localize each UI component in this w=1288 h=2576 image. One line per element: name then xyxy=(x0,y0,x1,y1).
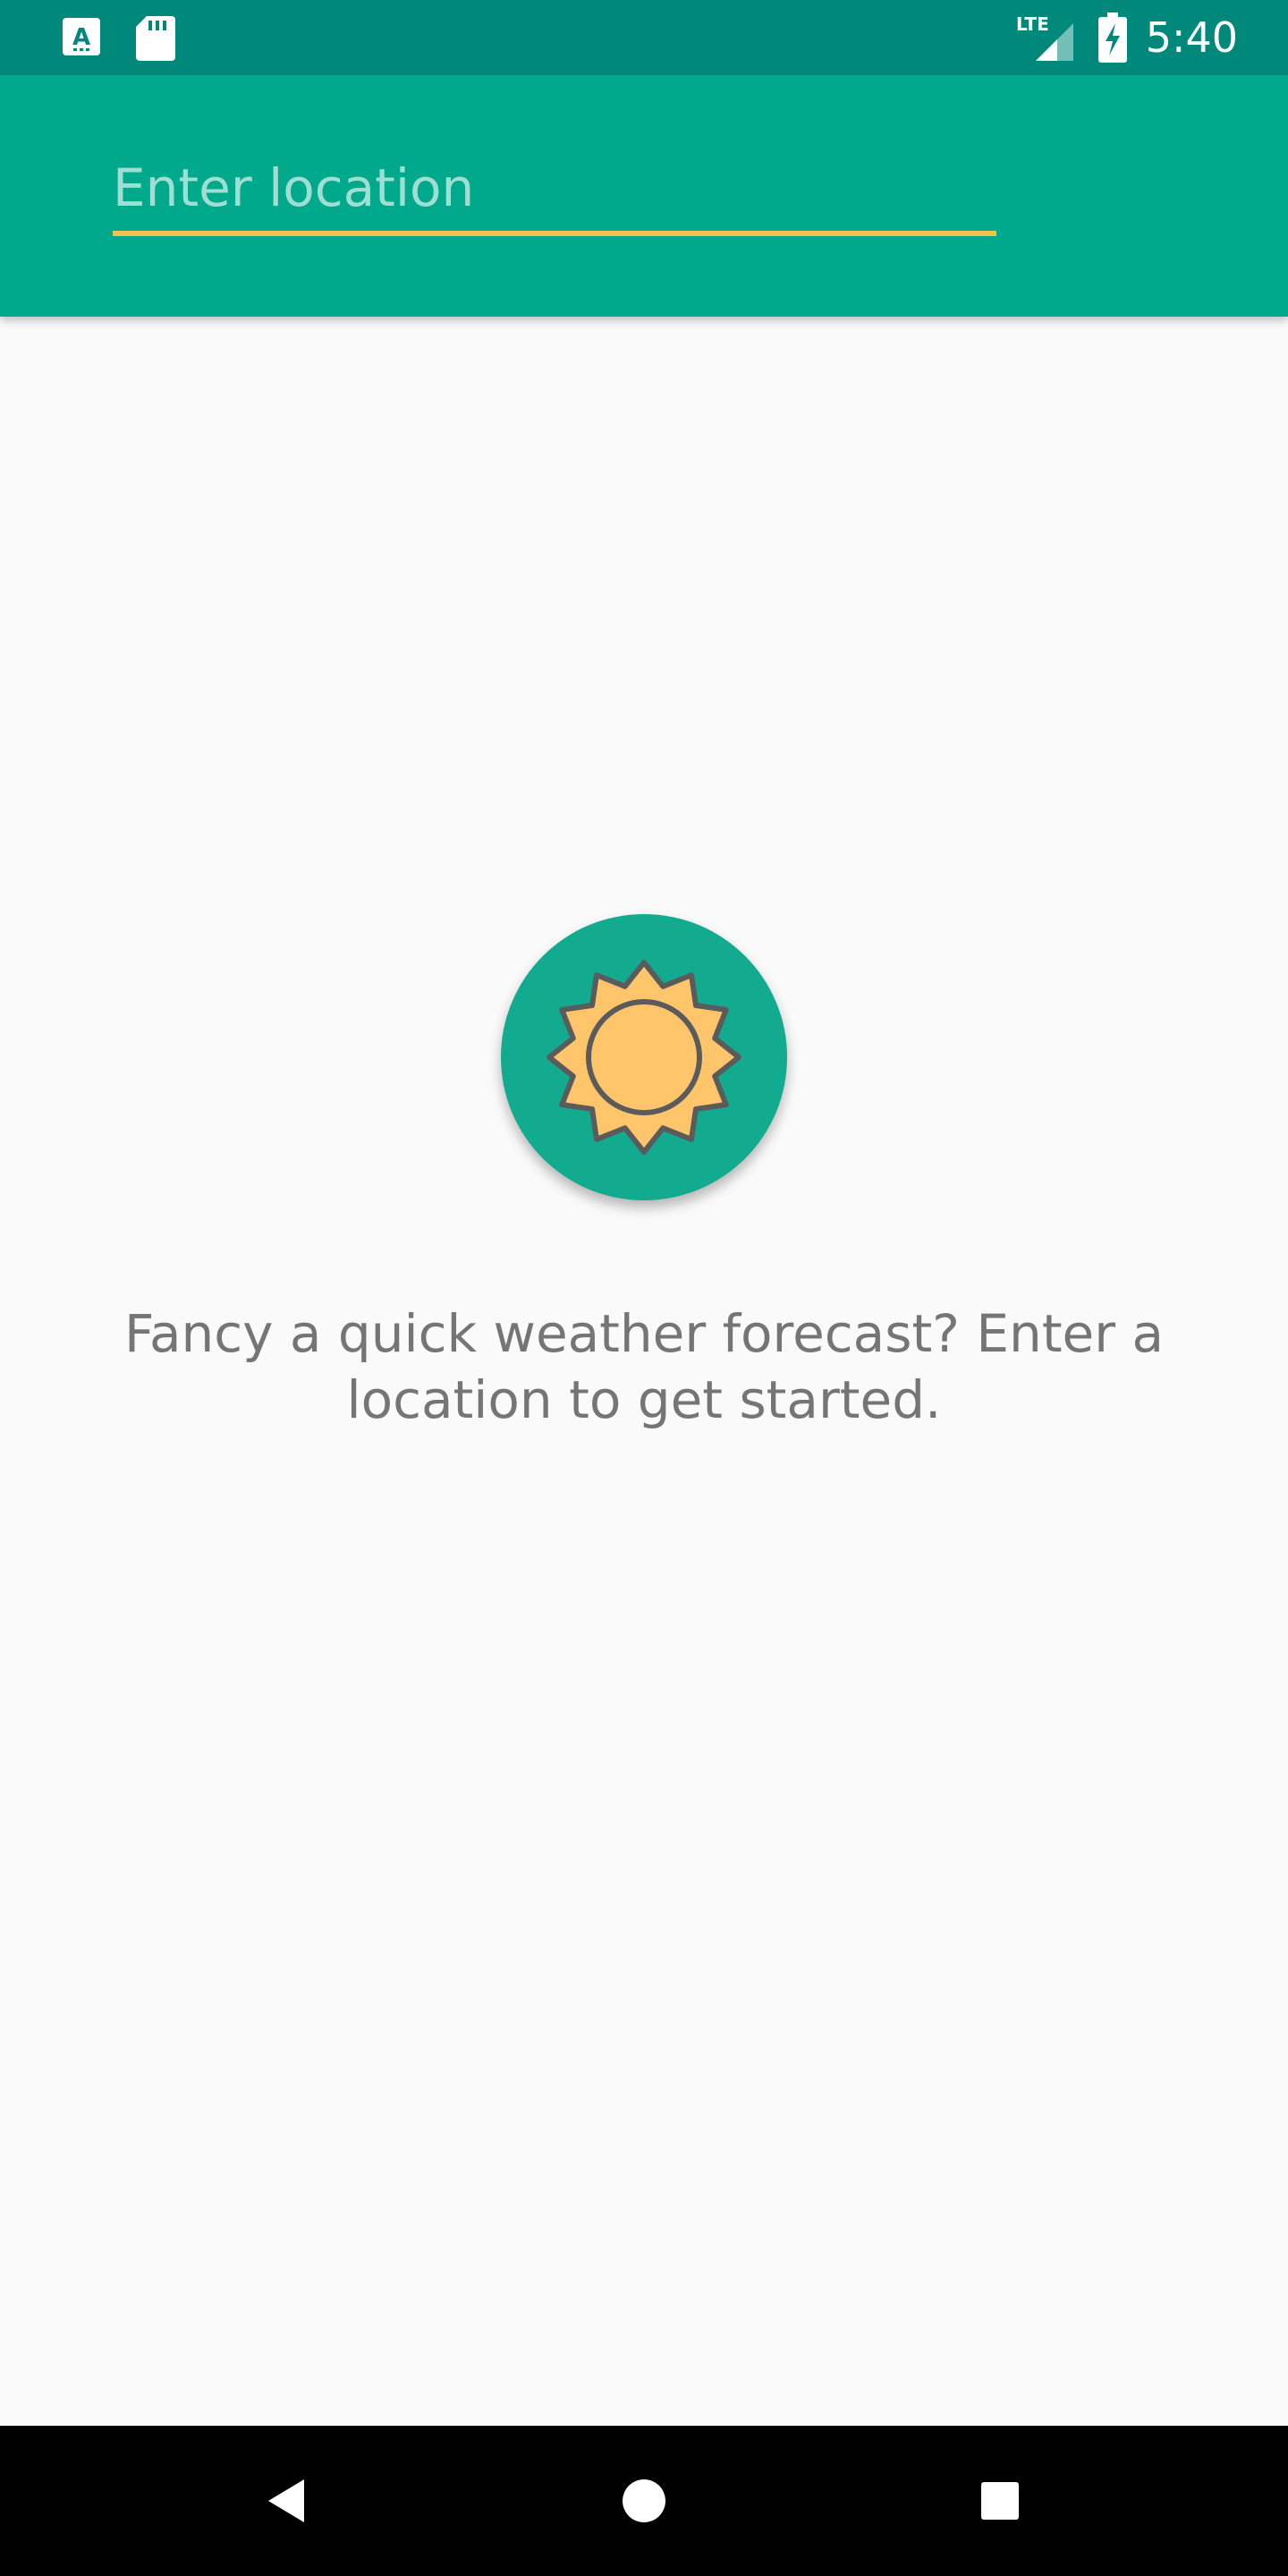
sun-icon xyxy=(547,960,741,1155)
home-icon[interactable] xyxy=(608,2465,680,2537)
network-type-label: LTE xyxy=(1016,13,1049,35)
system-navigation-bar xyxy=(0,2426,1288,2576)
status-bar: A LTE 5:40 xyxy=(0,0,1288,75)
weather-badge xyxy=(501,914,787,1200)
battery-charging-icon xyxy=(1098,13,1127,63)
empty-state-content: Fancy a quick weather forecast? Enter a … xyxy=(0,317,1288,2426)
welcome-message: Fancy a quick weather forecast? Enter a … xyxy=(123,1303,1165,1430)
status-time: 5:40 xyxy=(1145,13,1238,62)
location-search-input[interactable] xyxy=(113,154,996,236)
back-icon[interactable] xyxy=(250,2465,322,2537)
sd-card-icon xyxy=(136,16,175,61)
keyboard-a-icon: A xyxy=(63,18,100,55)
svg-text:A: A xyxy=(72,24,90,51)
app-bar xyxy=(0,75,1288,317)
recents-icon[interactable] xyxy=(964,2465,1036,2537)
lte-signal-icon: LTE xyxy=(1016,13,1073,61)
